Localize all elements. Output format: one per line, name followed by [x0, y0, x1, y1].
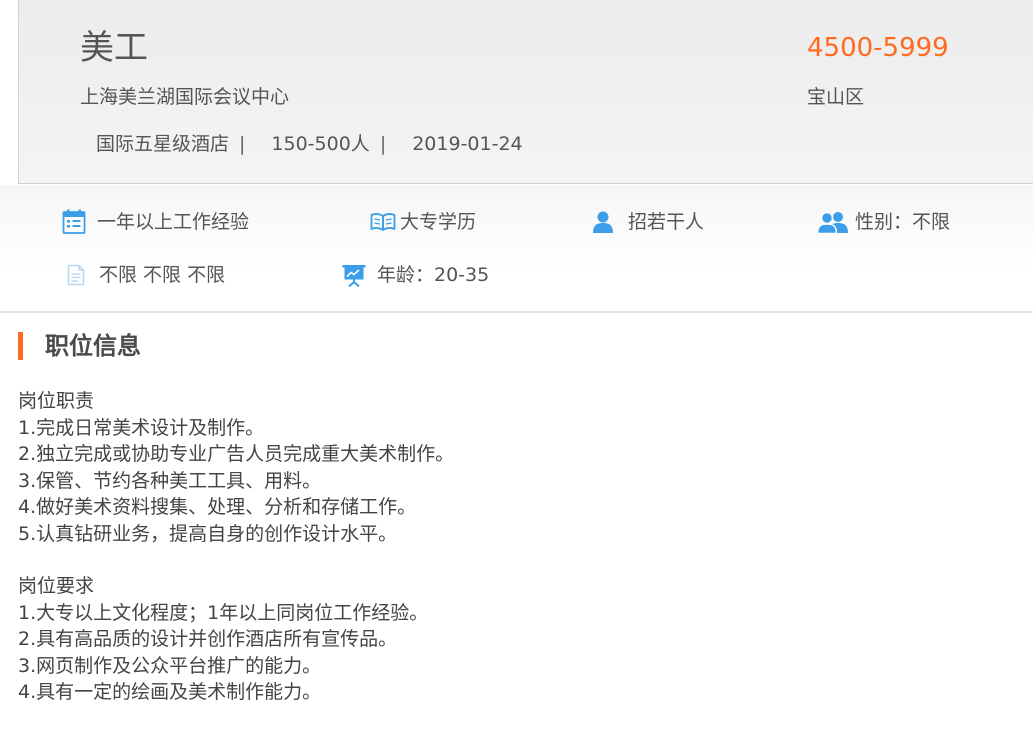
- work-district: 宝山区: [807, 86, 865, 108]
- requirement-item: 3.网页制作及公众平台推广的能力。: [18, 654, 322, 677]
- req-age: 年龄：20-35: [341, 262, 489, 288]
- experience-text: 一年以上工作经验: [97, 211, 250, 233]
- open-book-icon: [370, 209, 396, 235]
- users-icon: [817, 209, 849, 235]
- job-detail-page: 美工 4500-5999 上海美兰湖国际会议中心 宝山区 国际五星级酒店 | 1…: [0, 0, 1033, 736]
- req-other: 不限 不限 不限: [63, 262, 225, 288]
- section-title: 职位信息: [45, 332, 141, 360]
- duty-item: 5.认真钻研业务，提高自身的创作设计水平。: [18, 522, 398, 545]
- calendar-icon: [61, 209, 87, 235]
- job-header-card: 美工 4500-5999 上海美兰湖国际会议中心 宝山区 国际五星级酒店 | 1…: [18, 0, 1033, 184]
- section-heading-job-info: 职位信息: [18, 330, 141, 362]
- post-date: 2019-01-24: [412, 133, 523, 155]
- req-education: 大专学历: [370, 209, 476, 235]
- req-experience: 一年以上工作经验: [61, 209, 249, 235]
- job-title: 美工: [80, 28, 148, 68]
- company-size: 150-500人: [271, 133, 370, 155]
- section-accent-bar: [18, 332, 23, 360]
- salary-range: 4500-5999: [807, 33, 949, 63]
- gender-text: 性别：不限: [855, 211, 951, 233]
- company-name[interactable]: 上海美兰湖国际会议中心: [80, 84, 289, 110]
- duty-item: 3.保管、节约各种美工工具、用料。: [18, 469, 322, 492]
- req-gender: 性别：不限: [817, 209, 950, 235]
- requirement-item: 4.具有一定的绘画及美术制作能力。: [18, 681, 322, 703]
- duties-heading: 岗位职责: [18, 390, 95, 412]
- presentation-board-icon: [341, 262, 367, 288]
- headcount-text: 招若干人: [628, 211, 705, 233]
- age-text: 年龄：20-35: [377, 264, 490, 286]
- meta-separator: |: [239, 133, 246, 155]
- company-type: 国际五星级酒店: [96, 133, 230, 155]
- requirements-heading: 岗位要求: [18, 575, 95, 597]
- document-icon: [63, 262, 89, 288]
- education-text: 大专学历: [400, 211, 477, 233]
- duty-item: 4.做好美术资料搜集、处理、分析和存储工作。: [18, 496, 417, 518]
- job-description: 岗位职责 1.完成日常美术设计及制作。 2.独立完成或协助专业广告人员完成重大美…: [18, 388, 998, 706]
- duty-item: 2.独立完成或协助专业广告人员完成重大美术制作。: [18, 443, 455, 465]
- requirements-band: 一年以上工作经验 大专学历 招若干人 性别：不限 不限 不限 不限 年龄：20-…: [0, 185, 1033, 313]
- person-icon: [590, 209, 616, 235]
- requirement-item: 2.具有高品质的设计并创作酒店所有宣传品。: [18, 628, 398, 650]
- company-meta-row: 国际五星级酒店 | 150-500人 | 2019-01-24: [96, 130, 523, 158]
- other-requirements-text: 不限 不限 不限: [99, 264, 226, 286]
- requirement-item: 1.大专以上文化程度；1年以上同岗位工作经验。: [18, 601, 429, 624]
- duty-item: 1.完成日常美术设计及制作。: [18, 416, 265, 439]
- meta-separator: |: [379, 133, 387, 155]
- req-headcount: 招若干人: [590, 209, 704, 235]
